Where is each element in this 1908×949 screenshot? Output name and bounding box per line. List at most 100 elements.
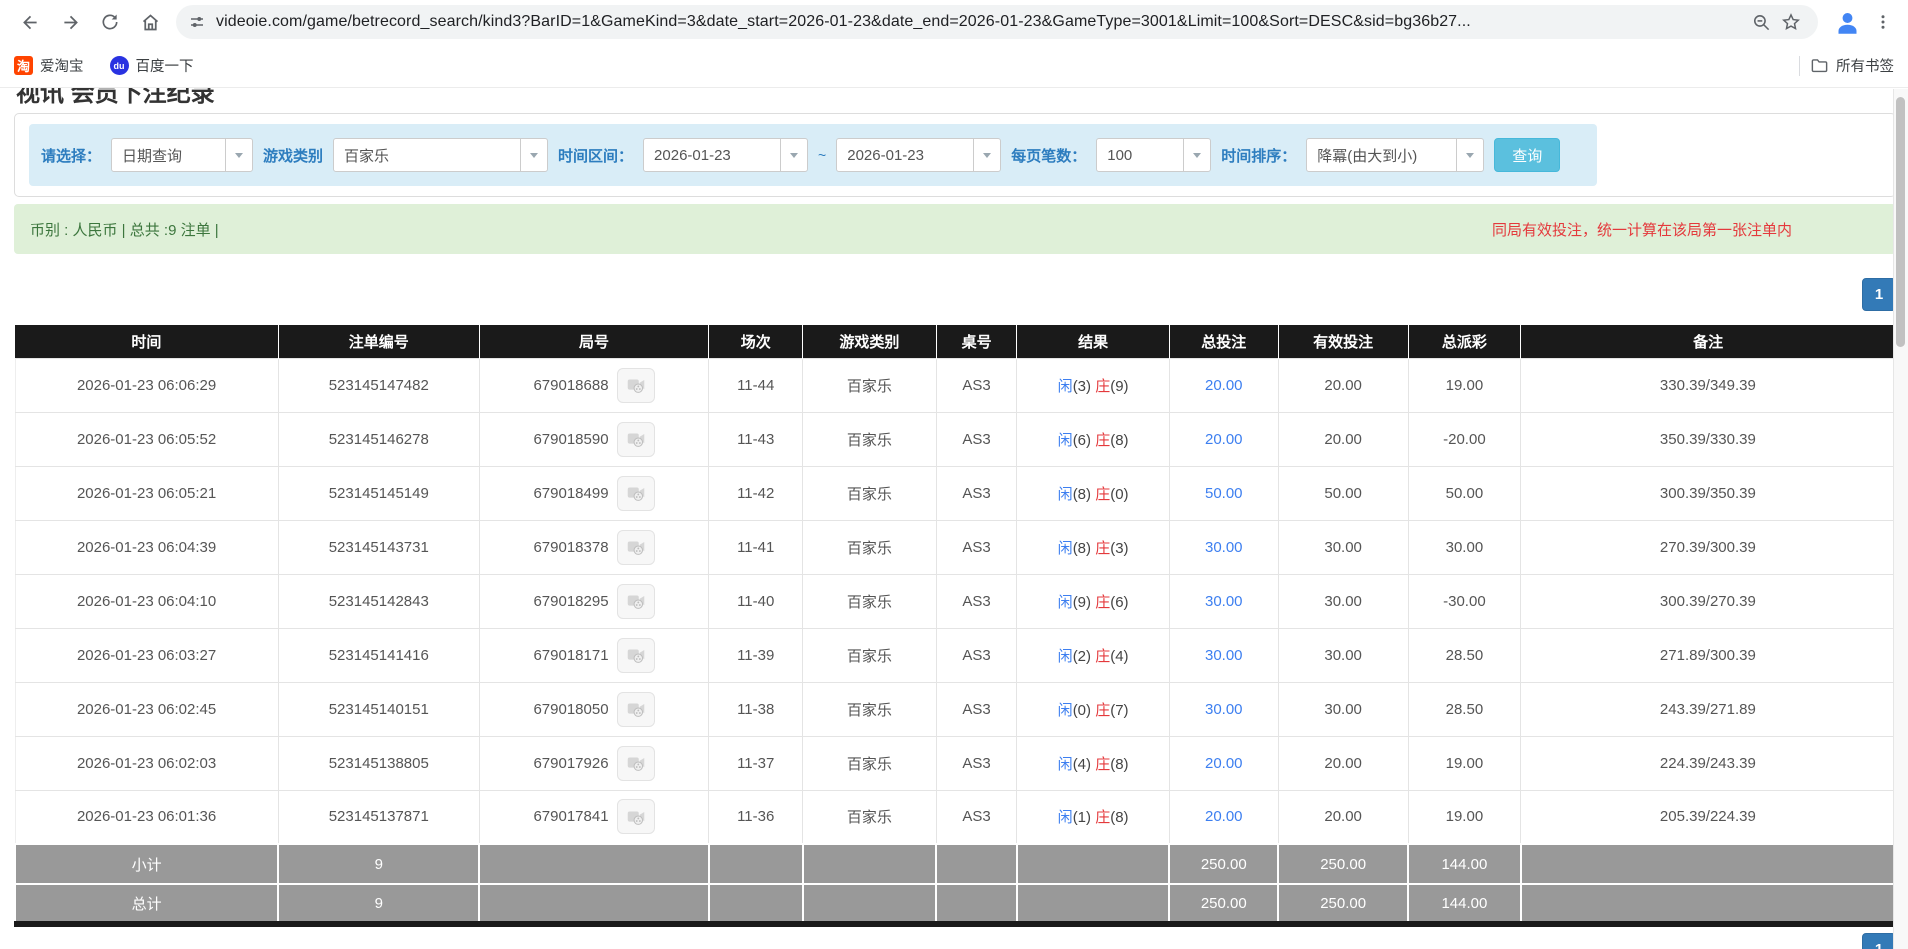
chevron-down-icon bbox=[225, 139, 252, 171]
cell-game-type: 百家乐 bbox=[803, 520, 936, 574]
chevron-down-icon bbox=[520, 139, 547, 171]
cell-time: 2026-01-23 06:01:36 bbox=[15, 790, 278, 844]
scrollbar-thumb[interactable] bbox=[1896, 97, 1905, 347]
date-end-select[interactable]: 2026-01-23 bbox=[836, 138, 1001, 172]
home-icon bbox=[140, 12, 161, 33]
baidu-icon: du bbox=[110, 56, 129, 75]
reload-icon bbox=[100, 12, 120, 32]
cell-note: 350.39/330.39 bbox=[1521, 412, 1895, 466]
result-player-score: (4) bbox=[1073, 756, 1096, 773]
cell-valid-bet: 50.00 bbox=[1278, 466, 1408, 520]
cell-valid-bet: 20.00 bbox=[1278, 412, 1408, 466]
back-button[interactable] bbox=[13, 5, 47, 39]
bookmark-star-button[interactable] bbox=[1776, 7, 1806, 37]
url-bar[interactable]: videoie.com/game/betrecord_search/kind3?… bbox=[176, 5, 1818, 39]
cell-payout: 19.00 bbox=[1408, 790, 1521, 844]
cell-total-bet[interactable]: 30.00 bbox=[1205, 593, 1243, 610]
table-footer: 小计 9 250.00 250.00 144.00 总计 9 250.00 25… bbox=[15, 844, 1895, 924]
game-type-select[interactable]: 百家乐 bbox=[333, 138, 548, 172]
video-replay-icon bbox=[625, 644, 647, 666]
cell-total-bet[interactable]: 20.00 bbox=[1205, 755, 1243, 772]
url-text[interactable]: videoie.com/game/betrecord_search/kind3?… bbox=[216, 13, 1746, 31]
video-replay-button[interactable] bbox=[617, 368, 655, 403]
result-player-label: 闲 bbox=[1058, 594, 1073, 611]
profile-avatar bbox=[1834, 9, 1861, 36]
taobao-icon: 淘 bbox=[14, 56, 33, 75]
result-banker-score: (3) bbox=[1110, 540, 1128, 557]
bookmark-label: 百度一下 bbox=[136, 55, 194, 76]
video-replay-button[interactable] bbox=[617, 422, 655, 457]
pagination-bottom: 1 bbox=[14, 933, 1896, 949]
cell-note: 300.39/350.39 bbox=[1521, 466, 1895, 520]
cell-total-bet[interactable]: 20.00 bbox=[1205, 431, 1243, 448]
cell-note: 330.39/349.39 bbox=[1521, 358, 1895, 412]
cell-session: 11-44 bbox=[709, 358, 803, 412]
cell-session: 11-37 bbox=[709, 736, 803, 790]
bookmark-baidu[interactable]: du 百度一下 bbox=[110, 55, 194, 76]
reload-button[interactable] bbox=[93, 5, 127, 39]
result-banker-score: (7) bbox=[1110, 702, 1128, 719]
result-player-score: (3) bbox=[1073, 378, 1096, 395]
video-replay-button[interactable] bbox=[617, 530, 655, 565]
cell-time: 2026-01-23 06:04:39 bbox=[15, 520, 278, 574]
cell-total-bet[interactable]: 30.00 bbox=[1205, 539, 1243, 556]
chevron-down-icon bbox=[973, 139, 1000, 171]
zoom-out-button[interactable] bbox=[1746, 7, 1776, 37]
cell-payout: 28.50 bbox=[1408, 628, 1521, 682]
cell-bet-id: 523145146278 bbox=[278, 412, 479, 466]
page-size-select[interactable]: 100 bbox=[1096, 138, 1211, 172]
cell-valid-bet: 30.00 bbox=[1278, 682, 1408, 736]
cell-time: 2026-01-23 06:02:03 bbox=[15, 736, 278, 790]
cell-total-bet[interactable]: 50.00 bbox=[1205, 485, 1243, 502]
cell-table-no: AS3 bbox=[936, 466, 1017, 520]
forward-button[interactable] bbox=[53, 5, 87, 39]
cell-total-bet[interactable]: 30.00 bbox=[1205, 701, 1243, 718]
page-1-button-bottom[interactable]: 1 bbox=[1862, 933, 1896, 949]
video-replay-button[interactable] bbox=[617, 799, 655, 834]
cell-total-bet[interactable]: 30.00 bbox=[1205, 647, 1243, 664]
bookmark-taobao[interactable]: 淘 爱淘宝 bbox=[14, 55, 84, 76]
cell-payout: -30.00 bbox=[1408, 574, 1521, 628]
page-scrollbar[interactable] bbox=[1893, 89, 1908, 949]
video-replay-button[interactable] bbox=[617, 692, 655, 727]
total-count: 9 bbox=[278, 884, 479, 924]
table-row: 2026-01-23 06:04:10 523145142843 6790182… bbox=[15, 574, 1895, 628]
home-button[interactable] bbox=[133, 5, 167, 39]
bookmark-star-icon bbox=[1781, 12, 1801, 32]
zoom-out-icon bbox=[1752, 13, 1771, 32]
result-banker-label: 庄 bbox=[1095, 378, 1110, 395]
cell-table-no: AS3 bbox=[936, 574, 1017, 628]
video-replay-button[interactable] bbox=[617, 638, 655, 673]
cell-round-id: 679018295 bbox=[533, 593, 608, 610]
subtotal-total-bet: 250.00 bbox=[1169, 844, 1278, 884]
all-bookmarks-button[interactable]: 所有书签 bbox=[1810, 55, 1894, 76]
chevron-down-icon bbox=[1183, 139, 1210, 171]
date-start-select[interactable]: 2026-01-23 bbox=[643, 138, 808, 172]
cell-result: 闲(8) 庄(0) bbox=[1017, 466, 1169, 520]
result-player-score: (9) bbox=[1073, 594, 1096, 611]
cell-round-id: 679017841 bbox=[533, 808, 608, 825]
video-replay-button[interactable] bbox=[617, 746, 655, 781]
video-replay-button[interactable] bbox=[617, 476, 655, 511]
page-1-button[interactable]: 1 bbox=[1862, 278, 1896, 311]
cell-round-id: 679018499 bbox=[533, 485, 608, 502]
page-title-clipped: 视讯 会员下注纪录 bbox=[14, 88, 1896, 105]
sort-select[interactable]: 降冪(由大到小) bbox=[1306, 138, 1484, 172]
result-banker-score: (6) bbox=[1110, 594, 1128, 611]
cell-payout: 50.00 bbox=[1408, 466, 1521, 520]
bookmark-label: 爱淘宝 bbox=[40, 55, 84, 76]
cell-total-bet[interactable]: 20.00 bbox=[1205, 808, 1243, 825]
query-type-select[interactable]: 日期查询 bbox=[111, 138, 253, 172]
site-info-icon[interactable] bbox=[188, 13, 206, 31]
profile-button[interactable] bbox=[1830, 5, 1864, 39]
filter-card: 请选择： 日期查询 游戏类别 百家乐 时间区间： 2026-01-23 ~ 20… bbox=[14, 113, 1896, 197]
browser-menu-button[interactable] bbox=[1868, 5, 1898, 39]
cell-valid-bet: 20.00 bbox=[1278, 358, 1408, 412]
video-replay-button[interactable] bbox=[617, 584, 655, 619]
sort-label: 时间排序： bbox=[1221, 145, 1296, 166]
cell-total-bet[interactable]: 20.00 bbox=[1205, 377, 1243, 394]
search-button[interactable]: 查询 bbox=[1494, 138, 1560, 172]
video-replay-icon bbox=[625, 698, 647, 720]
result-player-score: (8) bbox=[1073, 486, 1096, 503]
cell-note: 271.89/300.39 bbox=[1521, 628, 1895, 682]
